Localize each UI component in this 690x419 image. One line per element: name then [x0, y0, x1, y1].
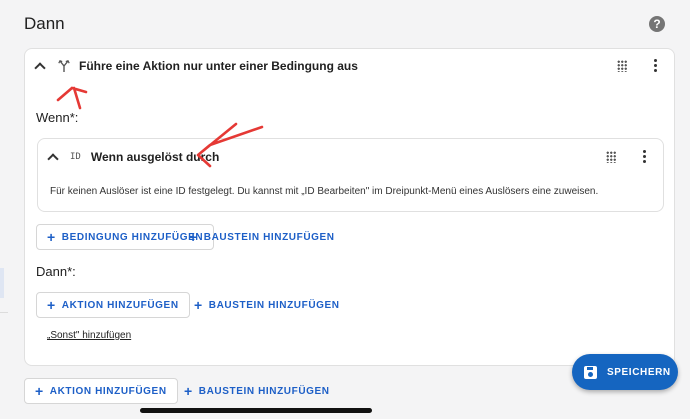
condition-action-card: Führe eine Aktion nur unter einer Beding…	[24, 48, 675, 366]
trigger-condition-card: ID Wenn ausgelöst durch Für keinen Auslö…	[37, 138, 664, 212]
add-block-label: BAUSTEIN HINZUFÜGEN	[208, 299, 340, 311]
plus-icon: +	[47, 229, 56, 245]
help-icon[interactable]: ?	[649, 16, 665, 32]
add-action-button[interactable]: + AKTION HINZUFÜGEN	[36, 292, 190, 318]
add-else-link[interactable]: „Sonst" hinzufügen	[47, 330, 131, 341]
add-building-block-button[interactable]: + BAUSTEIN HINZUFÜGEN	[179, 224, 345, 250]
condition-title: Führe eine Aktion nur unter einer Beding…	[79, 59, 358, 73]
plus-icon: +	[194, 297, 203, 313]
add-building-block-button-bottom[interactable]: + BAUSTEIN HINZUFÜGEN	[174, 378, 340, 404]
condition-header[interactable]: Führe eine Aktion nur unter einer Beding…	[33, 59, 358, 73]
plus-icon: +	[47, 297, 56, 313]
add-building-block-button[interactable]: + BAUSTEIN HINZUFÜGEN	[184, 292, 350, 318]
trigger-title: Wenn ausgelöst durch	[90, 150, 220, 164]
trigger-description: Für keinen Auslöser ist eine ID festgele…	[50, 186, 599, 197]
collapse-chevron-icon[interactable]	[33, 59, 47, 73]
trigger-header[interactable]: ID Wenn ausgelöst durch	[46, 150, 219, 164]
left-rail	[0, 0, 8, 419]
add-block-label: BAUSTEIN HINZUFÜGEN	[198, 385, 330, 397]
drag-handle-icon[interactable]	[606, 151, 616, 163]
fork-arrows-icon	[58, 60, 70, 72]
add-action-button-bottom[interactable]: + AKTION HINZUFÜGEN	[24, 378, 178, 404]
plus-icon: +	[184, 383, 193, 399]
add-action-label: AKTION HINZUFÜGEN	[61, 299, 179, 311]
save-floppy-icon	[584, 365, 597, 379]
save-button[interactable]: SPEICHERN	[572, 354, 678, 390]
more-options-icon[interactable]	[649, 59, 663, 73]
id-badge-icon: ID	[70, 152, 81, 162]
drag-handle-icon[interactable]	[617, 60, 627, 72]
nav-divider	[0, 312, 8, 313]
wenn-label: Wenn*:	[36, 110, 79, 125]
section-title: Dann	[24, 14, 65, 33]
save-label: SPEICHERN	[607, 366, 671, 378]
home-indicator	[140, 408, 372, 413]
nav-selected-hint	[0, 268, 4, 298]
plus-icon: +	[35, 383, 44, 399]
add-block-label: BAUSTEIN HINZUFÜGEN	[203, 231, 335, 243]
collapse-chevron-icon[interactable]	[46, 150, 60, 164]
more-options-icon[interactable]	[638, 150, 652, 164]
plus-icon: +	[189, 229, 198, 245]
dann-label: Dann*:	[36, 264, 76, 279]
add-action-label: AKTION HINZUFÜGEN	[49, 385, 167, 397]
